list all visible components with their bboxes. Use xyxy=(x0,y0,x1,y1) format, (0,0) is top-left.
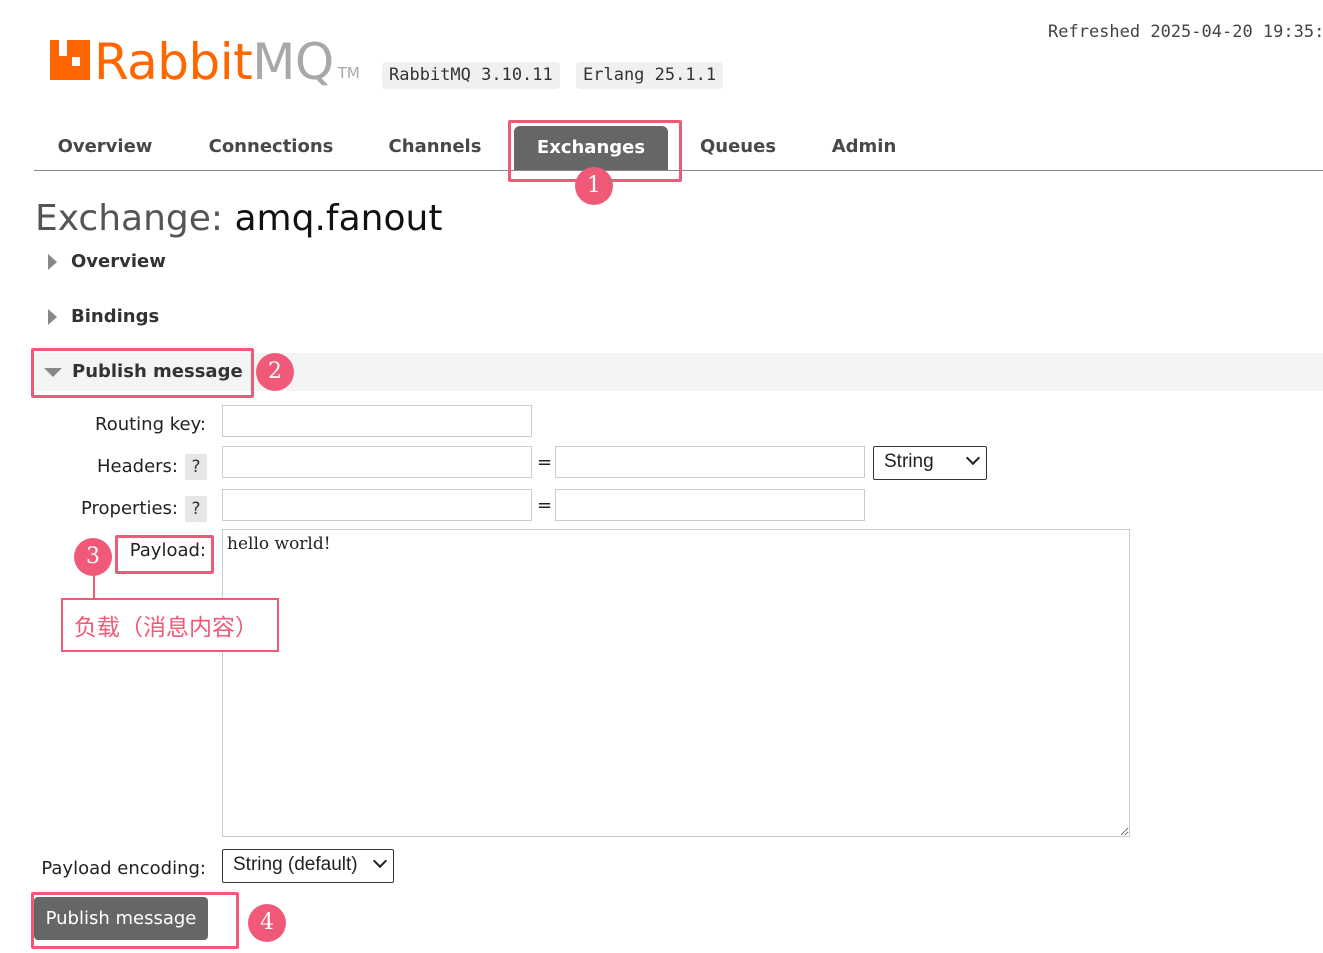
annotation-box-publish-section xyxy=(31,348,254,398)
header-type-select[interactable]: String xyxy=(873,446,987,480)
erlang-version-badge: Erlang 25.1.1 xyxy=(576,62,724,89)
payload-encoding-label: Payload encoding: xyxy=(41,858,206,879)
equals-sign: = xyxy=(537,452,553,473)
refreshed-timestamp: Refreshed 2025-04-20 19:35:1 xyxy=(1048,22,1323,42)
tab-queues[interactable]: Queues xyxy=(686,123,790,170)
property-key-input[interactable] xyxy=(222,489,532,521)
rabbit-icon xyxy=(50,40,90,80)
payload-encoding-value: String (default) xyxy=(233,854,358,875)
properties-label: Properties: xyxy=(80,498,178,519)
page-title: Exchange: amq.fanout xyxy=(35,198,442,239)
logo-trademark: TM xyxy=(337,64,360,82)
properties-help-icon[interactable]: ? xyxy=(185,496,207,522)
caret-right-icon xyxy=(48,309,57,325)
caret-right-icon xyxy=(48,254,57,270)
tab-channels[interactable]: Channels xyxy=(372,123,498,170)
chevron-down-icon xyxy=(372,853,388,869)
section-bindings-label: Bindings xyxy=(71,306,160,327)
annotation-step-2: 2 xyxy=(256,353,294,391)
routing-key-label: Routing key: xyxy=(95,414,206,435)
header-type-value: String xyxy=(884,451,934,472)
routing-key-input[interactable] xyxy=(222,405,532,437)
page-title-prefix: Exchange: xyxy=(35,198,224,239)
exchange-name: amq.fanout xyxy=(234,198,443,239)
annotation-box-publish-button xyxy=(31,892,239,949)
tab-admin[interactable]: Admin xyxy=(814,123,914,170)
payload-textarea[interactable]: hello world! xyxy=(222,529,1130,837)
chevron-down-icon xyxy=(965,450,981,466)
annotation-step-1: 1 xyxy=(575,167,613,205)
section-overview-toggle[interactable]: Overview xyxy=(48,251,166,272)
annotation-connector xyxy=(93,575,95,599)
header-value-input[interactable] xyxy=(555,446,865,478)
tab-connections[interactable]: Connections xyxy=(194,123,348,170)
logo-text-rabbit: Rabbit xyxy=(94,33,253,91)
payload-encoding-select[interactable]: String (default) xyxy=(222,849,394,883)
rabbitmq-version-badge: RabbitMQ 3.10.11 xyxy=(382,62,560,89)
header-key-input[interactable] xyxy=(222,446,532,478)
equals-sign: = xyxy=(537,495,553,516)
headers-label: Headers: xyxy=(97,456,178,477)
annotation-step-3: 3 xyxy=(74,538,112,576)
annotation-payload-note: 负载（消息内容） xyxy=(74,615,258,641)
annotation-step-4: 4 xyxy=(248,904,286,942)
logo-text-mq: MQ xyxy=(252,33,334,91)
headers-help-icon[interactable]: ? xyxy=(185,454,207,480)
property-value-input[interactable] xyxy=(555,489,865,521)
tab-overview[interactable]: Overview xyxy=(34,123,176,170)
annotation-box-payload xyxy=(115,535,214,574)
rabbitmq-logo: Rabbit MQ TM xyxy=(50,32,360,90)
section-bindings-toggle[interactable]: Bindings xyxy=(48,306,159,327)
section-overview-label: Overview xyxy=(71,251,166,272)
